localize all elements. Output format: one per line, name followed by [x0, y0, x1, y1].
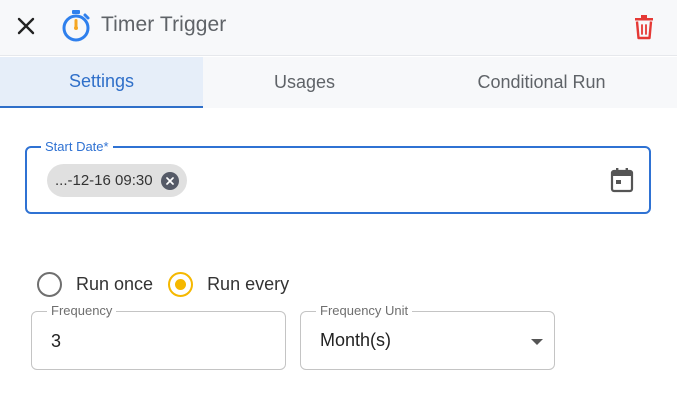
run-every-option[interactable]: Run every — [168, 271, 290, 297]
trash-icon — [635, 15, 653, 40]
calendar-button[interactable] — [607, 164, 637, 196]
start-date-chip-value: ...-12-16 09:30 — [55, 172, 153, 189]
header-bar: Timer Trigger — [0, 0, 677, 56]
close-icon — [17, 17, 35, 35]
remove-chip-icon — [166, 177, 174, 185]
frequency-unit-value: Month(s) — [320, 330, 392, 350]
frequency-field: Frequency — [31, 303, 286, 370]
frequency-input[interactable] — [51, 328, 271, 354]
frequency-label: Frequency — [47, 303, 117, 319]
frequency-unit-label: Frequency Unit — [316, 303, 413, 319]
close-button[interactable] — [12, 12, 40, 40]
tab-conditional-run[interactable]: Conditional Run — [406, 57, 677, 108]
run-once-label: Run once — [76, 273, 154, 294]
tab-usages[interactable]: Usages — [203, 57, 406, 108]
run-once-option[interactable]: Run once — [37, 271, 154, 297]
run-every-radio[interactable] — [168, 271, 194, 297]
calendar-icon — [610, 168, 634, 193]
frequency-unit-select[interactable]: Frequency Unit Month(s) — [300, 303, 555, 370]
run-once-radio[interactable] — [37, 271, 62, 297]
run-every-label: Run every — [207, 273, 290, 294]
tab-bar: Settings Usages Conditional Run — [0, 57, 677, 108]
start-date-field[interactable]: Start Date* ...-12-16 09:30 — [25, 139, 651, 214]
delete-button[interactable] — [630, 12, 658, 42]
dropdown-arrow-icon — [531, 339, 543, 345]
run-mode-group: Run once Run every — [37, 270, 304, 298]
remove-chip-button[interactable] — [161, 172, 179, 190]
start-date-label: Start Date* — [41, 139, 113, 155]
tab-settings[interactable]: Settings — [0, 57, 203, 108]
page-title: Timer Trigger — [101, 13, 227, 36]
start-date-chip: ...-12-16 09:30 — [47, 164, 187, 197]
stopwatch-icon — [60, 9, 92, 43]
